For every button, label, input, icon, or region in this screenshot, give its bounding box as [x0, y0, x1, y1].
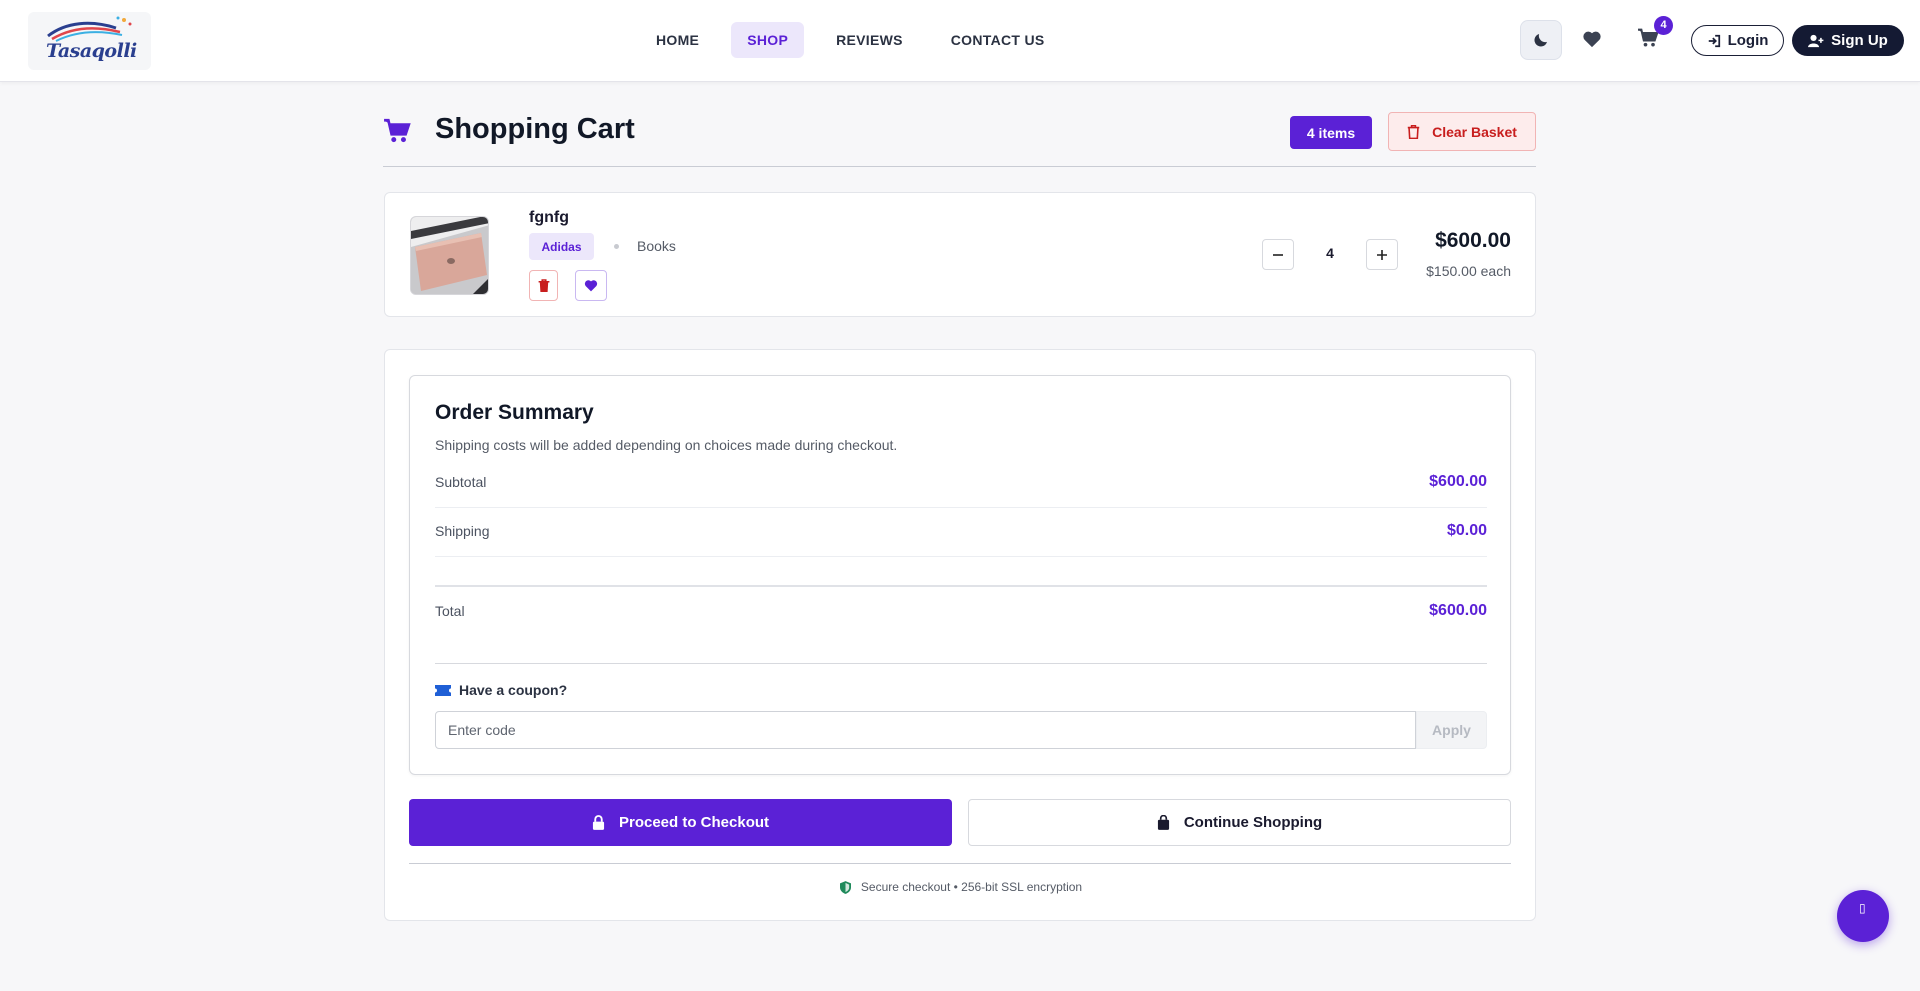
trash-icon [1407, 124, 1420, 139]
separator-dot [614, 244, 619, 249]
remove-item-button[interactable] [529, 270, 558, 301]
signup-button[interactable]: Sign Up [1792, 25, 1904, 56]
coupon-label: Have a coupon? [459, 682, 568, 698]
cart-title-icon [384, 118, 411, 143]
laptop-image [411, 217, 488, 294]
total-label: Total [435, 603, 465, 619]
product-brand-badge: Adidas [529, 233, 594, 260]
heart-icon [584, 280, 598, 292]
nav-shop[interactable]: SHOP [731, 22, 805, 58]
login-label: Login [1727, 32, 1769, 49]
shield-icon [839, 880, 851, 894]
order-summary-card: Order Summary Shipping costs will be add… [409, 375, 1511, 775]
secure-checkout-note: Secure checkout • 256-bit SSL encryption [385, 880, 1537, 894]
product-name[interactable]: fgnfg [529, 209, 569, 227]
shipping-value: $0.00 [1446, 522, 1487, 539]
product-image[interactable] [410, 216, 489, 295]
decrease-quantity-button[interactable] [1262, 239, 1294, 270]
continue-label: Continue Shopping [1183, 814, 1323, 831]
brand-logo[interactable]: Tasaqolli [28, 12, 151, 70]
shipping-row: Shipping $0.00 [435, 509, 1487, 557]
top-header: Tasaqolli HOME SHOP REVIEWS CONTACT US 4… [0, 0, 1920, 82]
subtotal-label: Subtotal [435, 474, 487, 490]
add-to-wishlist-button[interactable] [575, 270, 607, 301]
floating-chat-button[interactable]: ▯ [1837, 890, 1889, 942]
total-divider [435, 585, 1487, 587]
coupon-divider [435, 663, 1487, 664]
coupon-code-input[interactable] [435, 711, 1416, 749]
checkout-label: Proceed to Checkout [618, 814, 770, 831]
item-unit-price: $150.00 each [1426, 263, 1511, 279]
coupon-heading: Have a coupon? [435, 682, 567, 698]
subtotal-value: $600.00 [1429, 473, 1487, 490]
plus-icon [1377, 249, 1387, 260]
login-icon [1708, 34, 1720, 47]
trash-icon [538, 278, 549, 292]
signup-label: Sign Up [1831, 32, 1888, 49]
apply-coupon-button[interactable]: Apply [1416, 711, 1487, 749]
lock-icon [592, 815, 605, 830]
item-total-price: $600.00 [1435, 229, 1511, 252]
items-count-badge: 4 items [1290, 116, 1372, 149]
main-nav: HOME SHOP REVIEWS CONTACT US [640, 22, 1077, 58]
total-row: Total $600.00 [435, 589, 1487, 637]
cart-count-badge: 4 [1654, 16, 1673, 35]
brand-name: Tasaqolli [46, 40, 137, 62]
moon-icon [1534, 34, 1547, 47]
heart-icon[interactable] [1582, 30, 1602, 48]
nav-contact[interactable]: CONTACT US [935, 22, 1061, 58]
cart-item: fgnfg Adidas Books 4 $600.00 $150.00 eac… [384, 192, 1536, 317]
continue-shopping-button[interactable]: Continue Shopping [968, 799, 1511, 846]
logo-swoosh-icon [47, 16, 132, 42]
total-value: $600.00 [1429, 602, 1487, 619]
secure-text: Secure checkout • 256-bit SSL encryption [860, 880, 1083, 894]
user-plus-icon [1808, 34, 1824, 47]
clear-basket-label: Clear Basket [1432, 123, 1517, 140]
fab-glyph: ▯ [1859, 901, 1866, 915]
shipping-label: Shipping [435, 523, 490, 539]
checkout-panel: Order Summary Shipping costs will be add… [384, 349, 1536, 921]
increase-quantity-button[interactable] [1366, 239, 1398, 270]
clear-basket-button[interactable]: Clear Basket [1388, 112, 1536, 151]
minus-icon [1273, 253, 1283, 256]
quantity-value[interactable]: 4 [1300, 245, 1360, 261]
theme-toggle-button[interactable] [1520, 20, 1562, 60]
bottom-divider [409, 863, 1511, 864]
proceed-to-checkout-button[interactable]: Proceed to Checkout [409, 799, 952, 846]
page-title: Shopping Cart [435, 113, 635, 145]
shipping-note: Shipping costs will be added depending o… [435, 437, 898, 453]
nav-home[interactable]: HOME [640, 22, 715, 58]
product-category: Books [637, 238, 676, 254]
order-summary-title: Order Summary [435, 401, 594, 424]
title-divider [383, 166, 1536, 167]
nav-reviews[interactable]: REVIEWS [820, 22, 919, 58]
login-button[interactable]: Login [1691, 25, 1784, 56]
ticket-icon [435, 684, 451, 696]
bag-icon [1157, 815, 1169, 830]
subtotal-row: Subtotal $600.00 [435, 460, 1487, 508]
